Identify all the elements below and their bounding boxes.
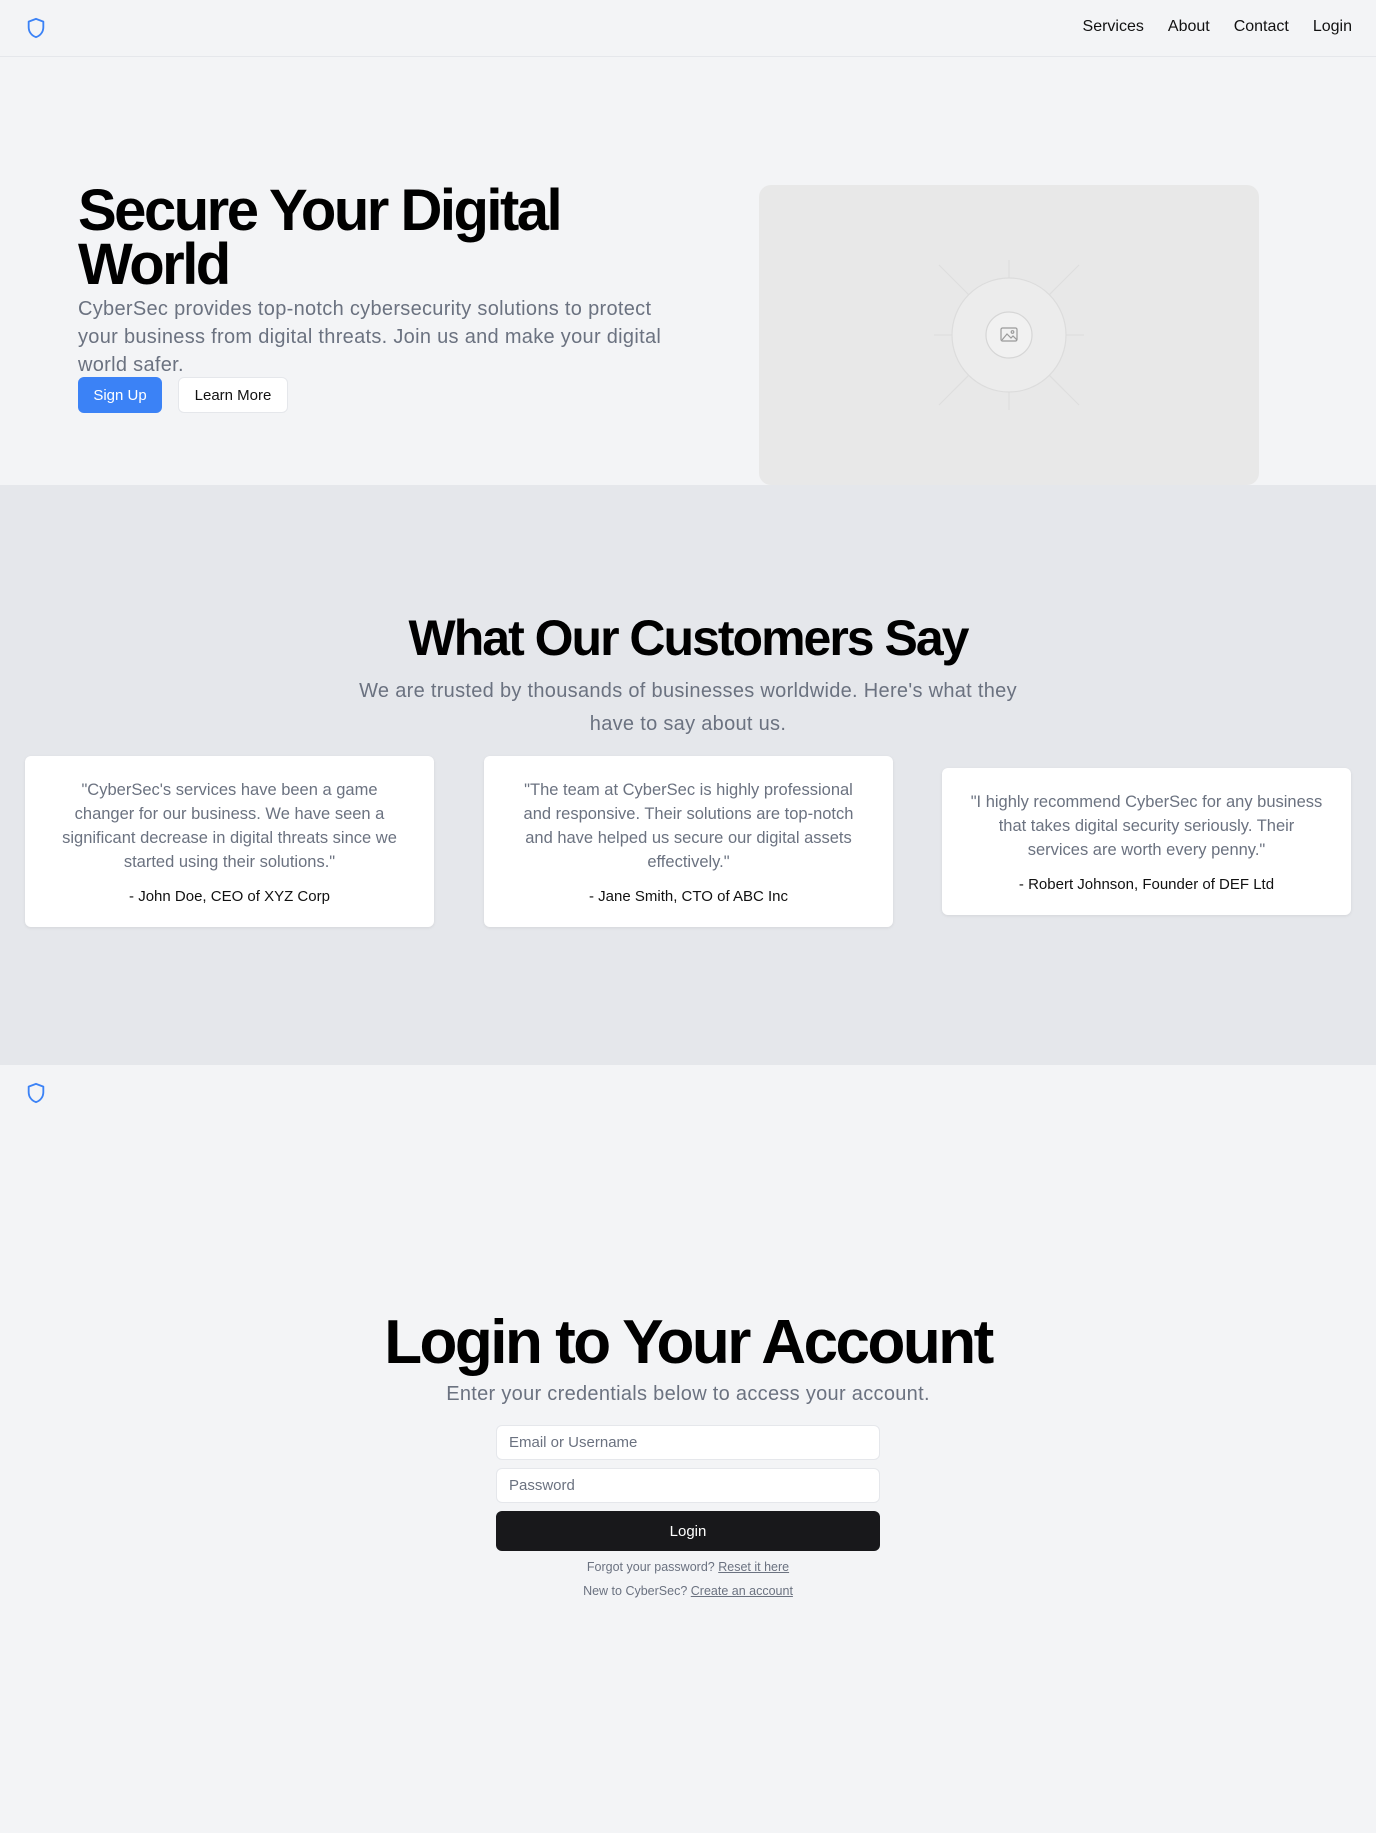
testimonial-quote: "I highly recommend CyberSec for any bus… xyxy=(970,793,1323,859)
learn-more-button[interactable]: Learn More xyxy=(178,377,288,413)
login-button[interactable]: Login xyxy=(496,1511,880,1551)
site-header: Services About Contact Login xyxy=(0,0,1376,57)
testimonial-quote: "The team at CyberSec is highly professi… xyxy=(523,781,854,871)
sign-up-button[interactable]: Sign Up xyxy=(78,377,162,413)
login-subtitle: Enter your credentials below to access y… xyxy=(446,1383,930,1405)
testimonial-author: - Robert Johnson, Founder of DEF Ltd xyxy=(1018,876,1275,893)
testimonials-subtitle: We are trusted by thousands of businesse… xyxy=(359,680,1017,735)
shield-icon[interactable] xyxy=(25,16,47,40)
password-field[interactable] xyxy=(496,1468,880,1503)
image-placeholder-icon xyxy=(934,260,1084,410)
hero-subtitle: CyberSec provides top-notch cybersecurit… xyxy=(78,298,662,376)
forgot-password-row: Forgot your password? Reset it here xyxy=(0,1560,1376,1574)
testimonial-author: - Jane Smith, CTO of ABC Inc xyxy=(589,888,788,905)
testimonial-author: - John Doe, CEO of XYZ Corp xyxy=(129,888,330,905)
hero-image xyxy=(759,185,1259,485)
email-field[interactable] xyxy=(496,1425,880,1460)
forgot-password-text: Forgot your password? xyxy=(586,1560,715,1574)
new-user-text: New to CyberSec? xyxy=(583,1584,688,1598)
testimonial-card: "CyberSec's services have been a game ch… xyxy=(25,756,434,927)
create-account-link[interactable]: Create an account xyxy=(691,1584,793,1598)
testimonial-card: "The team at CyberSec is highly professi… xyxy=(484,756,893,927)
hero-title: Secure Your Digital World xyxy=(78,178,563,297)
nav-contact-link[interactable]: Contact xyxy=(1234,18,1289,36)
testimonials-title: What Our Customers Say xyxy=(408,610,970,666)
create-account-row: New to CyberSec? Create an account xyxy=(0,1584,1376,1598)
hero-section: Secure Your Digital World CyberSec provi… xyxy=(0,57,1376,485)
testimonials-section: What Our Customers Say We are trusted by… xyxy=(0,485,1376,1065)
reset-password-link[interactable]: Reset it here xyxy=(718,1560,789,1574)
shield-icon[interactable] xyxy=(25,1081,47,1105)
nav-services-link[interactable]: Services xyxy=(1083,18,1144,36)
testimonial-quote: "CyberSec's services have been a game ch… xyxy=(62,781,397,871)
nav-login-link[interactable]: Login xyxy=(1313,18,1352,36)
main-nav: Services About Contact Login xyxy=(1083,18,1352,36)
testimonial-card: "I highly recommend CyberSec for any bus… xyxy=(942,768,1351,915)
login-title: Login to Your Account xyxy=(384,1308,994,1377)
nav-about-link[interactable]: About xyxy=(1168,18,1210,36)
page: Services About Contact Login Secure Your… xyxy=(0,0,1376,1833)
